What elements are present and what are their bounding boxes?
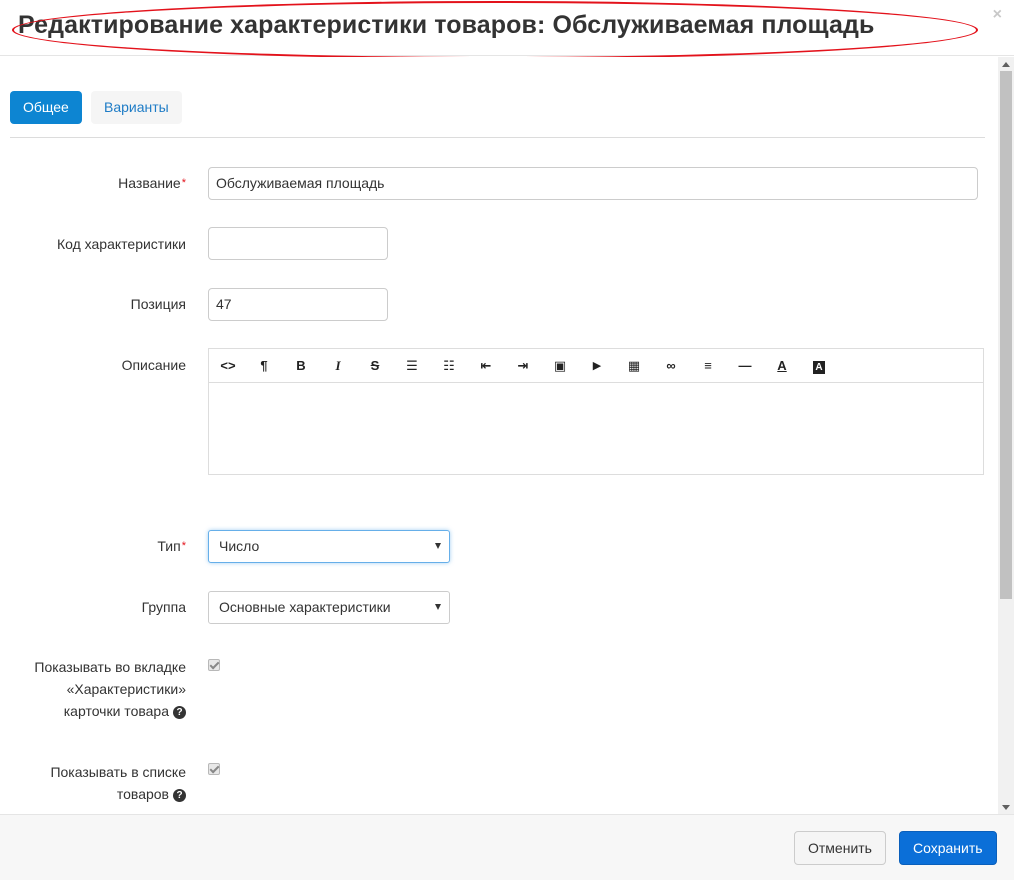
edit-feature-modal: Редактирование характеристики товаров: О… xyxy=(0,0,1014,880)
unordered-list-icon[interactable]: ☰ xyxy=(401,355,423,377)
required-mark: * xyxy=(181,540,186,552)
tabs-divider xyxy=(10,137,985,138)
scroll-up-icon[interactable] xyxy=(1002,62,1010,67)
cancel-button[interactable]: Отменить xyxy=(794,831,886,865)
group-select-value: Основные характеристики xyxy=(219,599,391,615)
editor-toolbar: <> ¶ B I S ☰ ☷ ⇤ ⇥ ▣ ▶ ▦ ∞ ≡ — A A xyxy=(209,349,983,383)
bold-icon[interactable]: B xyxy=(290,355,312,377)
type-label: Тип* xyxy=(157,538,186,554)
chevron-down-icon xyxy=(435,543,441,549)
save-button[interactable]: Сохранить xyxy=(899,831,997,865)
scroll-down-icon[interactable] xyxy=(1002,805,1010,810)
table-icon[interactable]: ▦ xyxy=(623,355,645,377)
background-color-icon[interactable]: A xyxy=(808,355,830,377)
show-in-list-label: Показывать в списке товаров? xyxy=(50,764,186,802)
align-icon[interactable]: ≡ xyxy=(697,355,719,377)
group-label: Группа xyxy=(141,599,186,615)
modal-footer: Отменить Сохранить xyxy=(0,814,1014,880)
position-input[interactable]: 47 xyxy=(208,288,388,321)
outdent-icon[interactable]: ⇤ xyxy=(475,355,497,377)
code-label: Код характеристики xyxy=(56,236,186,252)
image-icon[interactable]: ▣ xyxy=(549,355,571,377)
modal-header: Редактирование характеристики товаров: О… xyxy=(0,0,1014,59)
italic-icon[interactable]: I xyxy=(327,355,349,377)
description-editor: <> ¶ B I S ☰ ☷ ⇤ ⇥ ▣ ▶ ▦ ∞ ≡ — A A xyxy=(208,348,984,475)
modal-body: Общее Варианты Название* Обслуживаемая п… xyxy=(0,57,998,814)
modal-title: Редактирование характеристики товаров: О… xyxy=(18,11,875,39)
required-mark: * xyxy=(181,177,186,189)
show-in-list-checkbox[interactable] xyxy=(208,763,220,775)
link-icon[interactable]: ∞ xyxy=(660,355,682,377)
code-input[interactable] xyxy=(208,227,388,260)
font-color-icon[interactable]: A xyxy=(771,355,793,377)
group-select[interactable]: Основные характеристики xyxy=(208,591,450,624)
type-select-value: Число xyxy=(219,538,260,554)
vertical-scrollbar[interactable] xyxy=(998,57,1014,814)
close-icon[interactable]: × xyxy=(993,7,1002,23)
chevron-down-icon xyxy=(435,604,441,610)
show-in-tab-checkbox[interactable] xyxy=(208,659,220,671)
help-icon[interactable]: ? xyxy=(173,788,186,802)
tab-general[interactable]: Общее xyxy=(10,91,82,124)
paragraph-icon[interactable]: ¶ xyxy=(253,355,275,377)
type-select[interactable]: Число xyxy=(208,530,450,563)
description-label: Описание xyxy=(121,357,186,373)
tab-variants[interactable]: Варианты xyxy=(91,91,182,124)
ordered-list-icon[interactable]: ☷ xyxy=(438,355,460,377)
html-code-icon[interactable]: <> xyxy=(217,355,239,377)
video-icon[interactable]: ▶ xyxy=(586,355,608,377)
show-in-tab-label: Показывать во вкладке «Характеристики» к… xyxy=(34,659,186,719)
name-input[interactable]: Обслуживаемая площадь xyxy=(208,167,978,200)
indent-icon[interactable]: ⇥ xyxy=(512,355,534,377)
help-icon[interactable]: ? xyxy=(173,705,186,719)
scrollbar-thumb[interactable] xyxy=(1000,71,1012,599)
name-label: Название* xyxy=(118,175,186,191)
strikethrough-icon[interactable]: S xyxy=(364,355,386,377)
editor-content-area[interactable] xyxy=(209,384,983,474)
position-label: Позиция xyxy=(130,296,186,312)
horizontal-rule-icon[interactable]: — xyxy=(734,355,756,377)
